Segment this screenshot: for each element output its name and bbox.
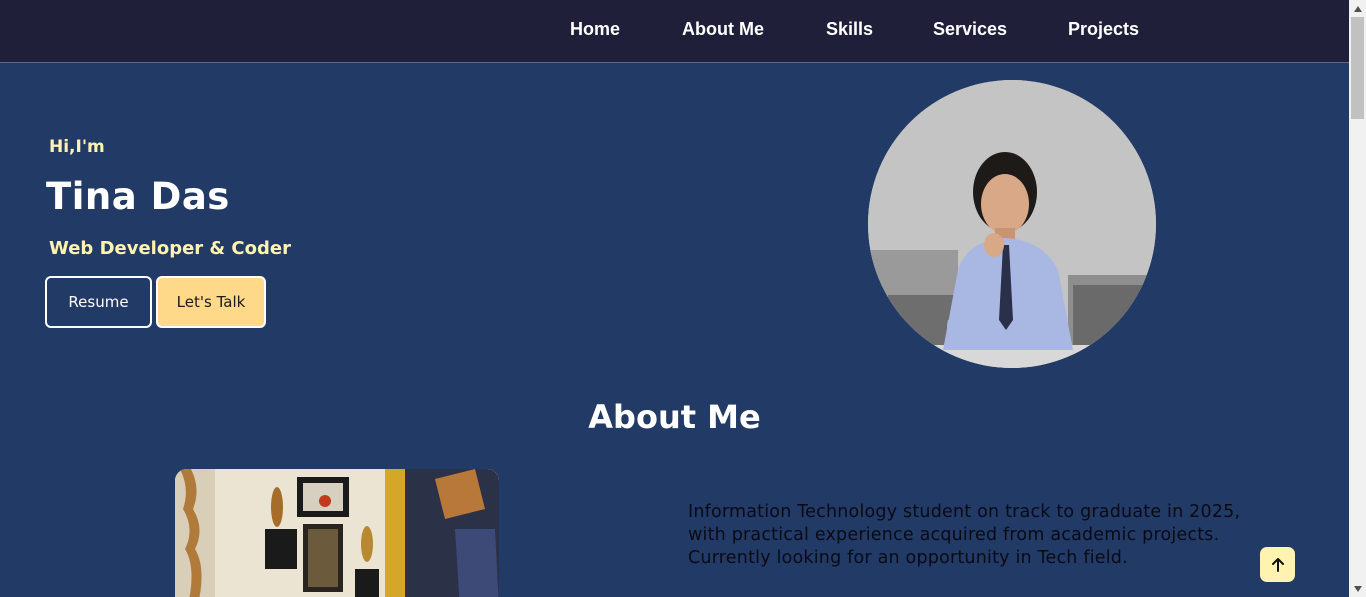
scrollbar-thumb[interactable]: [1351, 17, 1364, 119]
nav-link-about-me[interactable]: About Me: [682, 19, 764, 40]
nav-link-skills[interactable]: Skills: [826, 19, 873, 40]
nav-link-home[interactable]: Home: [570, 19, 620, 40]
nav-link-projects[interactable]: Projects: [1068, 19, 1139, 40]
hero-role: Web Developer & Coder: [49, 238, 291, 259]
profile-photo: [868, 80, 1156, 368]
nav-link-services[interactable]: Services: [933, 19, 1007, 40]
about-title: About Me: [588, 398, 761, 436]
about-photo-illustration: [175, 469, 499, 597]
scrollbar-up-arrow-icon[interactable]: [1349, 0, 1366, 17]
top-navbar: Home About Me Skills Services Projects: [0, 0, 1349, 63]
page-scrollbar[interactable]: [1349, 0, 1366, 597]
about-photo: [175, 469, 499, 597]
hero-name: Tina Das: [46, 175, 230, 218]
arrow-up-icon: [1271, 557, 1284, 572]
about-description: Information Technology student on track …: [688, 502, 1241, 568]
scroll-to-top-button[interactable]: [1260, 547, 1295, 582]
lets-talk-button[interactable]: Let's Talk: [156, 276, 266, 328]
resume-button[interactable]: Resume: [45, 276, 152, 328]
scrollbar-down-arrow-icon[interactable]: [1349, 580, 1366, 597]
profile-photo-illustration: [868, 80, 1156, 368]
hero-greeting: Hi,I'm: [49, 137, 105, 157]
